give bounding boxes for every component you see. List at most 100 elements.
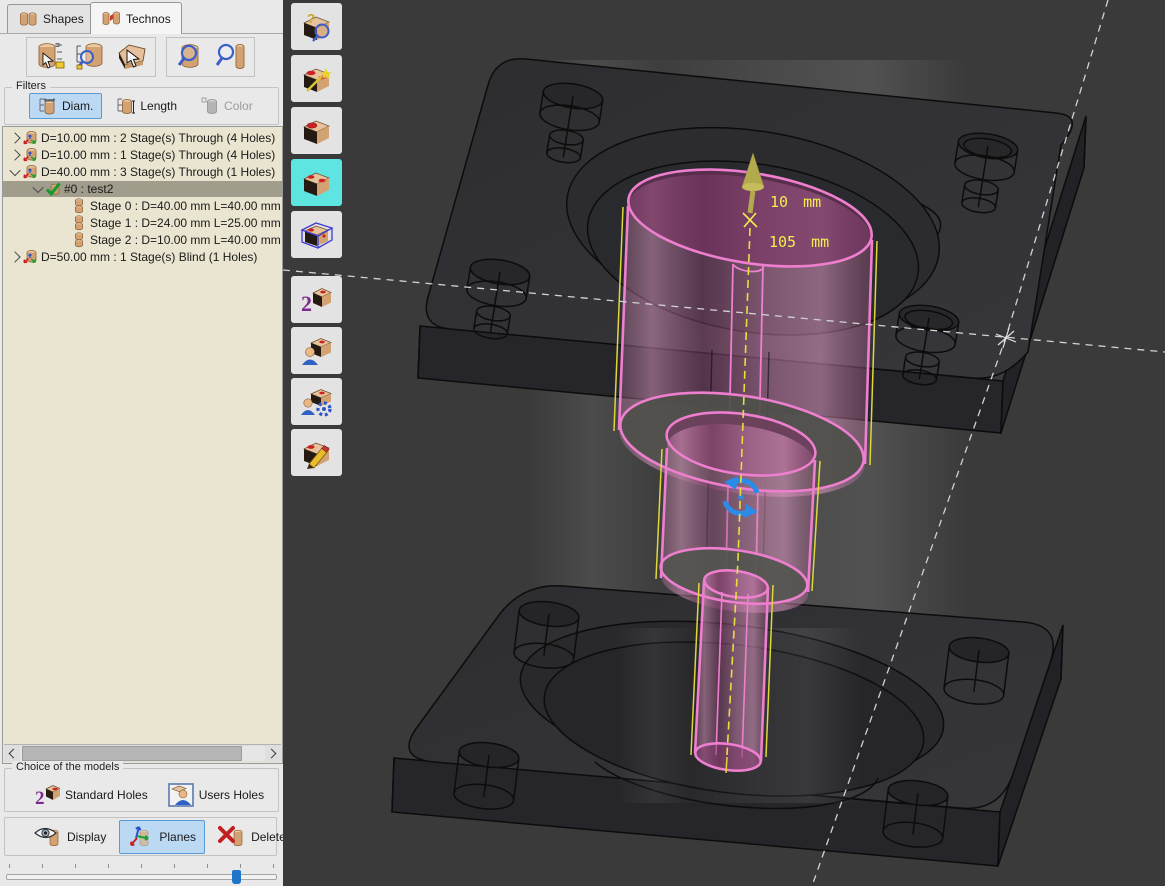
zoom-hole-button[interactable] [171,40,209,74]
panel-toolbar [0,34,283,79]
standard-holes-icon: 2 [299,284,335,316]
zoom-tool-group [166,37,255,77]
select-shape-button[interactable] [113,40,151,74]
tree-row-label: Stage 2 : D=10.00 mm L=40.00 mm : # [90,233,282,247]
recognition-wizard-button[interactable] [291,55,342,102]
tree-row-label: D=10.00 mm : 2 Stage(s) Through (4 Holes… [41,131,275,145]
standard-holes-tool-button[interactable]: 2 [291,276,342,323]
display-button[interactable]: Display [25,820,115,854]
filters-label: Filters [12,80,50,92]
edit-hole-button[interactable] [291,429,342,476]
tree-row-label: Stage 0 : D=40.00 mm L=40.00 mm : # [90,199,282,213]
filter-length-label: Length [140,99,177,113]
planes-button[interactable]: Planes [119,820,205,854]
tab-technos[interactable]: Technos [90,2,182,34]
users-holes-label: Users Holes [199,788,264,802]
scroll-left-arrow-icon[interactable] [4,745,20,762]
length-filter-icon [116,96,136,116]
display-eye-icon [34,824,62,850]
planes-axes-icon [128,824,154,850]
filter-length-button[interactable]: Length [107,93,186,119]
user-holes-icon [299,335,335,367]
dimension-bottom: 105 mm [769,233,829,251]
chevron-right-icon[interactable] [9,149,20,160]
tab-technos-label: Technos [126,12,171,26]
tree-row-selected[interactable]: #0 : test2 [3,181,282,197]
zoom-detail-button[interactable] [212,40,250,74]
models-group: Choice of the models 2 Standard Holes [4,768,279,812]
slider-handle[interactable] [232,870,241,884]
select-hole-button[interactable] [31,40,69,74]
selection-tool-group [26,37,156,77]
user-holes-button[interactable] [291,327,342,374]
tree-row[interactable]: Stage 2 : D=10.00 mm L=40.00 mm : # [3,232,282,248]
users-holes-button[interactable]: Users Holes [163,781,269,809]
hole-analysis-button[interactable]: ? [291,3,342,50]
filter-diameter-button[interactable]: Diam. [29,93,102,119]
standard-holes-button[interactable]: 2 Standard Holes [29,781,153,809]
inspect-hole-icon [74,41,108,73]
inspect-hole-button[interactable] [72,40,110,74]
tree-row[interactable]: D=10.00 mm : 2 Stage(s) Through (4 Holes… [3,130,282,146]
holes-recognition-button[interactable] [291,159,342,206]
transparency-slider[interactable] [4,862,279,886]
svg-text:2: 2 [301,291,312,316]
users-holes-icon [168,783,194,807]
chevron-right-icon[interactable] [9,251,20,262]
app-window: Shapes Technos [0,0,1165,886]
filter-diameter-label: Diam. [62,99,93,113]
technos-cylinders-icon [101,10,121,27]
tree-horizontal-scrollbar[interactable] [4,744,281,762]
hole-axes-icon [22,164,38,180]
simple-pocket-button[interactable] [291,107,342,154]
holes-tree[interactable]: D=10.00 mm : 2 Stage(s) Through (4 Holes… [2,126,283,764]
hole-analysis-icon: ? [299,11,335,43]
delete-x-icon [218,824,246,850]
edit-hole-pencil-icon [299,437,335,469]
tree-row[interactable]: Stage 1 : D=24.00 mm L=25.00 mm : # [3,215,282,231]
scroll-right-arrow-icon[interactable] [265,745,281,762]
tab-shapes[interactable]: Shapes [7,4,95,33]
user-settings-button[interactable] [291,378,342,425]
shapes-cylinders-icon [18,11,38,28]
hole-axes-icon [22,147,38,163]
tree-row[interactable]: D=50.00 mm : 1 Stage(s) Blind (1 Holes) [3,249,282,265]
tree-row[interactable]: D=10.00 mm : 1 Stage(s) Through (4 Holes… [3,147,282,163]
simple-pocket-icon [299,115,335,147]
zoom-hole-icon [173,41,207,73]
svg-text:?: ? [307,11,315,26]
tree-row[interactable]: D=40.00 mm : 3 Stage(s) Through (1 Holes… [3,164,282,180]
diameter-filter-icon [38,96,58,116]
stage-cylinder-icon [71,198,87,214]
user-settings-icon [299,386,335,418]
chevron-down-icon[interactable] [32,182,43,193]
zoom-detail-icon [214,41,248,73]
select-shape-icon [115,41,149,73]
scrollbar-track[interactable] [20,746,265,761]
standard-holes-icon: 2 [34,783,60,807]
standard-holes-label: Standard Holes [65,788,148,802]
tree-row-label: D=40.00 mm : 3 Stage(s) Through (1 Holes… [41,165,275,179]
tree-row[interactable]: Stage 0 : D=40.00 mm L=40.00 mm : # [3,198,282,214]
panel-tabbar: Shapes Technos [0,0,283,34]
recognition-wizard-icon [299,63,335,95]
display-label: Display [67,830,106,844]
delete-button[interactable]: Delete [209,820,295,854]
filters-group: Filters Diam. [4,87,279,125]
hole-axes-icon [22,249,38,265]
chevron-right-icon[interactable] [9,132,20,143]
filter-color-label: Color [224,99,253,113]
filter-color-button[interactable]: Color [191,93,262,119]
scrollbar-thumb[interactable] [22,746,242,761]
holes-recognition-icon [299,167,335,199]
viewport-3d[interactable]: 10 mm 105 mm [283,0,1165,886]
box-wireframe-button[interactable] [291,211,342,258]
tree-row-label: D=50.00 mm : 1 Stage(s) Blind (1 Holes) [41,250,257,264]
tab-shapes-label: Shapes [43,12,84,26]
dimension-top: 10 mm [770,193,821,211]
tree-row-label: D=10.00 mm : 1 Stage(s) Through (4 Holes… [41,148,275,162]
chevron-down-icon[interactable] [9,165,20,176]
tree-row-label: Stage 1 : D=24.00 mm L=25.00 mm : # [90,216,282,230]
select-hole-icon [33,41,67,73]
hole-axes-icon [22,130,38,146]
